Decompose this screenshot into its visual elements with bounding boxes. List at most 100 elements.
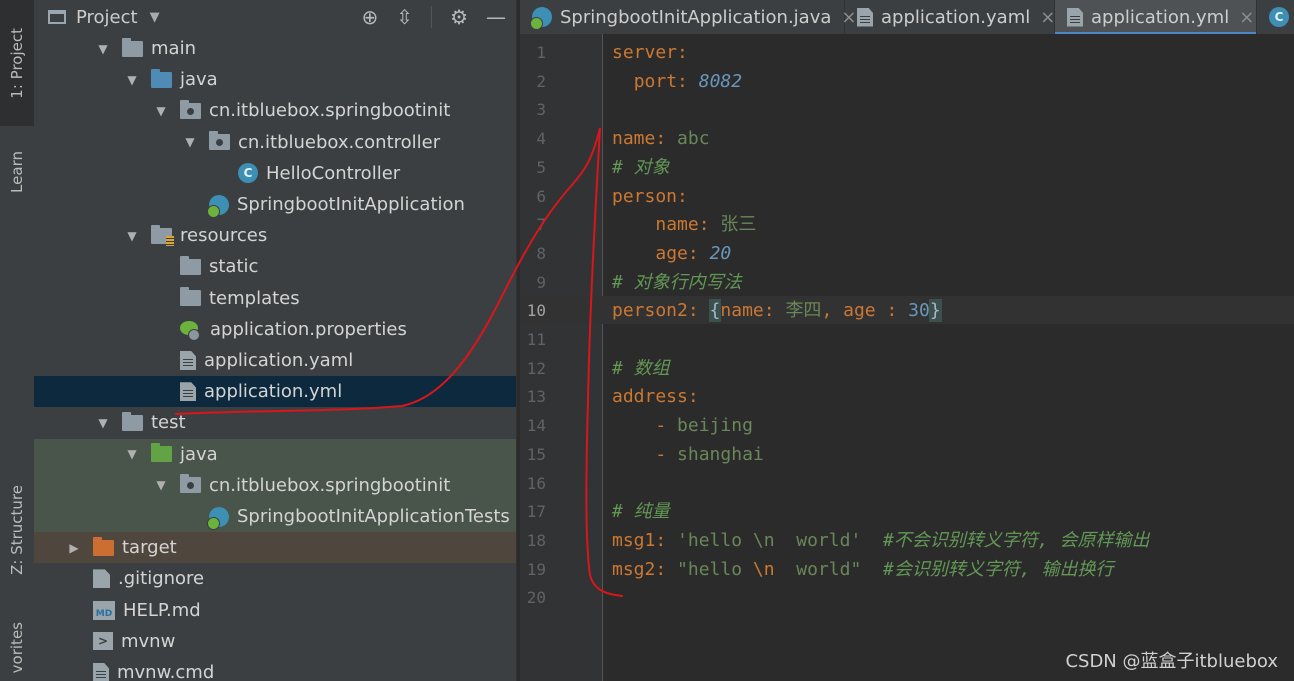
editor-tab-label: application.yml	[1091, 6, 1230, 28]
code-line: 3	[520, 95, 1294, 124]
tree-item[interactable]: ▼ cn.itbluebox.springbootinit	[34, 469, 516, 501]
expand-arrow-icon[interactable]: ▼	[123, 73, 141, 87]
tree-item[interactable]: ▶templates	[34, 283, 516, 314]
close-icon[interactable]: ×	[1040, 7, 1055, 28]
project-tool-tab[interactable]: 1: Project	[0, 0, 34, 126]
tree-item[interactable]: ▼ java	[34, 438, 516, 470]
code-text: server:	[612, 38, 688, 67]
code-token: 30	[908, 300, 930, 322]
editor-tab[interactable]: SpringbootInitApplication.java ×	[520, 0, 856, 34]
code-token: :	[687, 242, 710, 264]
tree-item[interactable]: ▶mvnw.cmd	[34, 657, 516, 681]
class-icon: C	[1269, 7, 1289, 27]
tree-item[interactable]: ▶SpringbootInitApplication	[34, 189, 516, 220]
expand-arrow-icon[interactable]: ▼	[94, 42, 112, 56]
code-token: :	[698, 214, 721, 236]
code-token: person2	[612, 300, 688, 322]
tree-item[interactable]: ▶MDHELP.md	[34, 595, 516, 626]
editor-tab[interactable]: application.yml ×	[1055, 0, 1257, 35]
gitignore-icon	[93, 569, 110, 589]
code-line: 14 - beijing	[520, 411, 1294, 440]
code-token: person	[612, 185, 678, 207]
code-text: address:	[612, 382, 699, 411]
code-token: #不会识别转义字符, 会原样输出	[882, 529, 1150, 551]
code-token: :	[655, 529, 678, 551]
structure-tool-tab-label: Z: Structure	[8, 485, 26, 575]
code-token: # 对象	[612, 156, 670, 178]
tree-item[interactable]: ▶CHelloController	[34, 158, 516, 189]
package-icon	[209, 131, 230, 151]
hide-panel-icon[interactable]: —	[486, 5, 506, 29]
tree-item[interactable]: ▼ java	[34, 64, 516, 95]
tree-item-label: cn.itbluebox.controller	[238, 131, 441, 153]
watermark: CSDN @蓝盒子itbluebox	[1065, 651, 1278, 672]
favorites-tool-tab[interactable]: vorites	[0, 615, 34, 681]
code-line: 16	[520, 469, 1294, 498]
code-text: # 对象	[612, 153, 670, 182]
tree-item-label: HELP.md	[123, 599, 201, 621]
code-line: 1 server:	[520, 38, 1294, 67]
code-token: # 对象行内写法	[612, 271, 742, 293]
collapse-arrow-icon[interactable]: ▶	[65, 541, 83, 555]
folder-icon	[180, 255, 201, 275]
properties-icon	[180, 319, 202, 342]
expand-arrow-icon[interactable]: ▼	[181, 135, 199, 149]
tree-item-label: mvnw	[121, 630, 176, 652]
tree-item-label: .gitignore	[118, 568, 205, 590]
code-token: }	[928, 299, 942, 323]
code-token: "hello	[677, 558, 753, 580]
expand-arrow-icon[interactable]: ▼	[94, 416, 112, 430]
tree-item[interactable]: ▶static	[34, 251, 516, 282]
collapse-all-icon[interactable]: ⇳	[396, 5, 413, 29]
expand-arrow-icon[interactable]: ▼	[123, 229, 141, 243]
toolbar-separator	[431, 6, 433, 28]
file-icon	[180, 351, 196, 370]
locate-file-icon[interactable]: ⊕	[362, 5, 379, 29]
code-token: 张三	[720, 214, 757, 236]
tree-item-label: java	[180, 69, 218, 91]
gear-icon[interactable]: ⚙	[450, 5, 468, 29]
tree-item[interactable]: ▶.gitignore	[34, 563, 516, 594]
learn-tool-tab[interactable]: Learn	[0, 132, 34, 212]
expand-arrow-icon[interactable]: ▼	[152, 104, 170, 118]
line-number: 14	[526, 416, 546, 436]
project-view-selector[interactable]: Project ▼	[48, 7, 160, 28]
learn-tool-tab-label: Learn	[8, 151, 26, 193]
tree-item[interactable]: ▼ test	[34, 407, 516, 438]
tree-item[interactable]: ▼ cn.itbluebox.controller	[34, 127, 516, 158]
code-token: name	[612, 128, 656, 150]
tree-item-label: mvnw.cmd	[117, 662, 215, 681]
code-token: port	[633, 70, 678, 92]
tree-item[interactable]: ▶>mvnw	[34, 626, 516, 657]
tree-item[interactable]: ▶SpringbootInitApplicationTests	[34, 501, 516, 532]
tree-item[interactable]: ▶application.properties	[34, 314, 516, 345]
line-number: 4	[536, 129, 546, 149]
code-token: address	[612, 386, 688, 408]
editor-tab[interactable]: C	[1257, 0, 1294, 34]
structure-tool-tab[interactable]: Z: Structure	[0, 465, 34, 595]
code-token: #会识别转义字符, 输出换行	[882, 558, 1114, 580]
spring-boot-icon	[207, 506, 229, 530]
spring-boot-icon	[207, 194, 229, 218]
editor-tab[interactable]: application.yaml ×	[845, 0, 1055, 34]
tree-item-label: application.yml	[204, 381, 343, 403]
tree-item-label: cn.itbluebox.springbootinit	[209, 100, 451, 122]
code-text: - shanghai	[612, 440, 763, 469]
tree-item[interactable]: ▶application.yml	[34, 376, 516, 408]
tree-item[interactable]: ▼ cn.itbluebox.springbootinit	[34, 95, 516, 126]
tool-window-strip: 1: Project Learn Z: Structure vorites	[0, 0, 35, 681]
class-icon: C	[238, 163, 258, 184]
tree-item[interactable]: ▶ target	[34, 532, 516, 564]
code-token: -	[655, 443, 678, 465]
close-icon[interactable]: ×	[1239, 7, 1254, 28]
code-token: abc	[677, 128, 710, 150]
line-number: 16	[526, 473, 546, 493]
tree-item[interactable]: ▼ main	[34, 33, 516, 64]
tree-item[interactable]: ▼ resources	[34, 220, 516, 251]
expand-arrow-icon[interactable]: ▼	[123, 447, 141, 461]
tree-item[interactable]: ▶application.yaml	[34, 345, 516, 376]
expand-arrow-icon[interactable]: ▼	[152, 478, 170, 492]
